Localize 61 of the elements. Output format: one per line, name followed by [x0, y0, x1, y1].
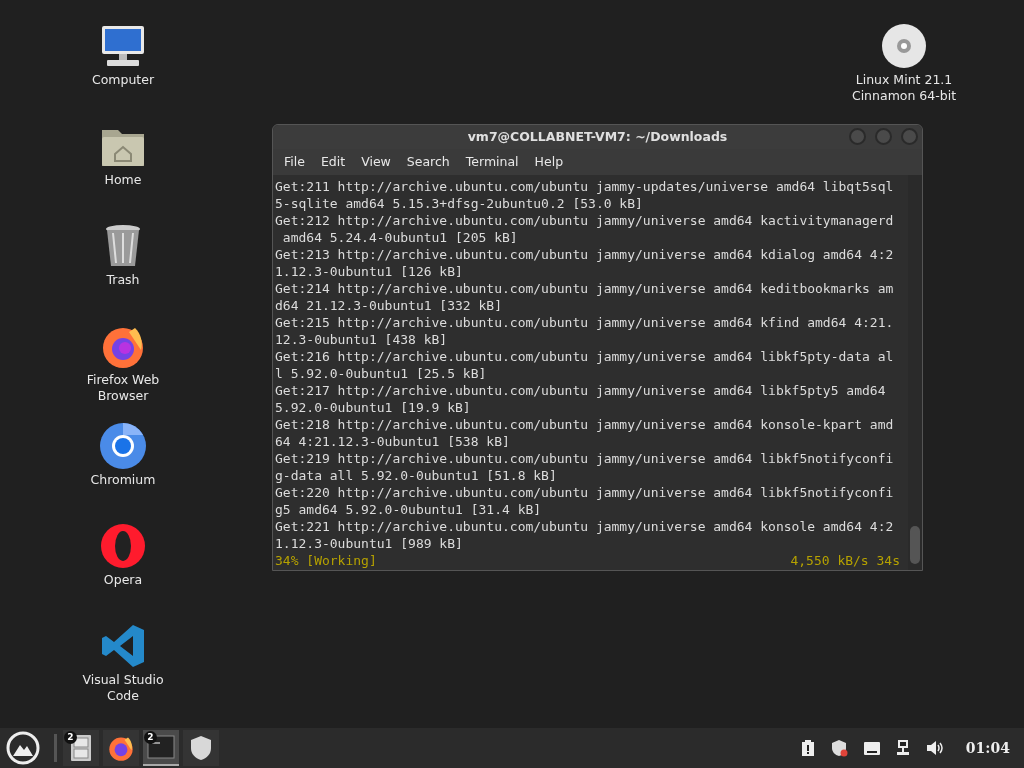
menu-item[interactable]: View	[354, 152, 398, 172]
desktop-icon-label[interactable]: Linux Mint 21.1 Cinnamon 64-bit	[848, 72, 960, 104]
desktop-icon-label[interactable]: Home	[71, 172, 175, 188]
taskbar-button[interactable]	[103, 730, 139, 766]
download-speed: 4,550 kB/s 34s	[790, 552, 900, 569]
menu-item[interactable]: Terminal	[458, 152, 526, 172]
desktop-icon-label[interactable]: Visual Studio Code	[71, 672, 175, 704]
clock[interactable]: 01:04	[965, 737, 1010, 759]
file-cabinet-icon	[70, 734, 92, 762]
opera-icon	[100, 523, 146, 569]
terminal-line: Get:211 http://archive.ubuntu.com/ubuntu jammy-updates/universe amd64 libqt5sql	[275, 178, 894, 195]
desktop-icon-label[interactable]: Trash	[71, 272, 175, 288]
taskbar-button[interactable]: 2	[63, 730, 99, 766]
shield-alert-icon[interactable]	[830, 739, 848, 757]
terminal-icon	[147, 735, 175, 759]
taskbar-button[interactable]	[183, 730, 219, 766]
terminal-line: l 5.92.0-0ubuntu1 [25.5 kB]	[275, 365, 487, 382]
terminal-line: Get:221 http://archive.ubuntu.com/ubuntu jammy/universe amd64 konsole amd64 4:2	[275, 518, 894, 535]
window-count-badge: 2	[144, 731, 157, 744]
terminal-line: g5 amd64 5.92.0-0ubuntu1 [31.4 kB]	[275, 501, 542, 518]
terminal-line: Get:218 http://archive.ubuntu.com/ubuntu jammy/universe amd64 konsole-kpart amd	[275, 416, 894, 433]
terminal-line: Get:212 http://archive.ubuntu.com/ubuntu jammy/universe amd64 kactivitymanagerd	[275, 212, 894, 229]
taskbar-button[interactable]: 2	[143, 730, 179, 766]
window-count-badge: 2	[64, 731, 77, 744]
trash-icon	[103, 223, 143, 269]
terminal-line: g-data all 5.92.0-0ubuntu1 [51.8 kB]	[275, 467, 557, 484]
volume-icon[interactable]	[925, 740, 944, 756]
network-icon[interactable]	[895, 740, 910, 756]
menu-item[interactable]: Search	[399, 152, 457, 172]
disc-icon	[881, 23, 927, 69]
terminal-line: 5.92.0-0ubuntu1 [19.9 kB]	[275, 399, 471, 416]
terminal-line: Get:220 http://archive.ubuntu.com/ubuntu jammy/universe amd64 libkf5notifyconfi	[275, 484, 894, 501]
terminal-line: Get:217 http://archive.ubuntu.com/ubuntu jammy/universe amd64 libkf5pty5 amd64	[275, 382, 886, 399]
progress-status: 34% [Working]	[275, 552, 377, 569]
clipboard-icon[interactable]	[800, 739, 815, 757]
shield-icon	[190, 735, 212, 761]
terminal-line: Get:214 http://archive.ubuntu.com/ubuntu jammy/universe amd64 keditbookmarks am	[275, 280, 894, 297]
terminal-line: d64 21.12.3-0ubuntu1 [332 kB]	[275, 297, 502, 314]
desktop-icon-label[interactable]: Firefox Web Browser	[71, 372, 175, 404]
desktop-icon-label[interactable]: Opera	[71, 572, 175, 588]
menu-icon[interactable]	[6, 731, 40, 765]
menu-item[interactable]: File	[277, 152, 312, 172]
vscode-icon	[100, 623, 146, 669]
scrollbar[interactable]	[908, 175, 922, 570]
terminal-line: Get:219 http://archive.ubuntu.com/ubuntu jammy/universe amd64 libkf5notifyconfi	[275, 450, 894, 467]
terminal-line: 1.12.3-0ubuntu1 [126 kB]	[275, 263, 463, 280]
terminal-line: 1.12.3-0ubuntu1 [989 kB]	[275, 535, 463, 552]
desktop-icon-label[interactable]: Chromium	[71, 472, 175, 488]
terminal-line: Get:215 http://archive.ubuntu.com/ubuntu jammy/universe amd64 kfind amd64 4:21.	[275, 314, 894, 331]
terminal-line: amd64 5.24.4-0ubuntu1 [205 kB]	[281, 229, 518, 246]
menu-item[interactable]: Help	[527, 152, 571, 172]
terminal-line: 5-sqlite amd64 5.15.3+dfsg-2ubuntu0.2 [53.0 kB]	[275, 195, 643, 212]
terminal-line: Get:213 http://archive.ubuntu.com/ubuntu jammy/universe amd64 kdialog amd64 4:2	[275, 246, 894, 263]
terminal-line: Get:216 http://archive.ubuntu.com/ubuntu jammy/universe amd64 libkf5pty-data al	[275, 348, 894, 365]
keyboard-icon[interactable]	[863, 741, 880, 755]
terminal-line: 12.3-0ubuntu1 [438 kB]	[275, 331, 448, 348]
window-title: vm7@COLLABNET-VM7: ~/Downloads	[467, 127, 728, 146]
terminal-line: 64 4:21.12.3-0ubuntu1 [538 kB]	[275, 433, 510, 450]
chromium-icon	[99, 422, 147, 470]
menu-item[interactable]: Edit	[313, 152, 353, 172]
desktop-icon-label[interactable]: Computer	[71, 72, 175, 88]
